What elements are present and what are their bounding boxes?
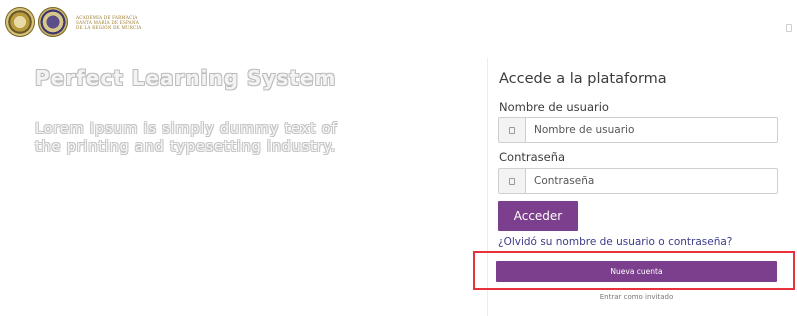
user-icon: [499, 118, 526, 142]
hero-section: Perfect Learning System Lorem Ipsum is s…: [0, 58, 470, 316]
login-title: Accede a la plataforma: [499, 71, 667, 87]
site-header: ACADEMIA DE FARMACIA SANTA MARÍA DE ESPA…: [0, 0, 797, 58]
password-label: Contraseña: [499, 150, 566, 164]
crest-seal-icon: [5, 7, 35, 37]
new-account-button[interactable]: Nueva cuenta: [496, 261, 777, 282]
academy-logo[interactable]: ACADEMIA DE FARMACIA SANTA MARÍA DE ESPA…: [5, 7, 186, 37]
hero-description: Lorem Ipsum is simply dummy text of the …: [35, 121, 338, 155]
lock-icon: [499, 169, 526, 193]
password-field: [498, 168, 778, 194]
menu-icon[interactable]: [786, 24, 792, 32]
username-input[interactable]: [526, 118, 777, 142]
guest-login-link[interactable]: Entrar como invitado: [496, 293, 777, 301]
crest-seal-icon: [38, 7, 68, 37]
username-field: [498, 117, 778, 143]
hero-title: Perfect Learning System: [35, 66, 337, 90]
login-button[interactable]: Acceder: [498, 201, 578, 231]
logo-text: ACADEMIA DE FARMACIA SANTA MARÍA DE ESPA…: [76, 14, 142, 30]
forgot-credentials-link[interactable]: ¿Olvidó su nombre de usuario o contraseñ…: [498, 236, 732, 248]
username-label: Nombre de usuario: [499, 100, 609, 114]
password-input[interactable]: [526, 169, 777, 193]
